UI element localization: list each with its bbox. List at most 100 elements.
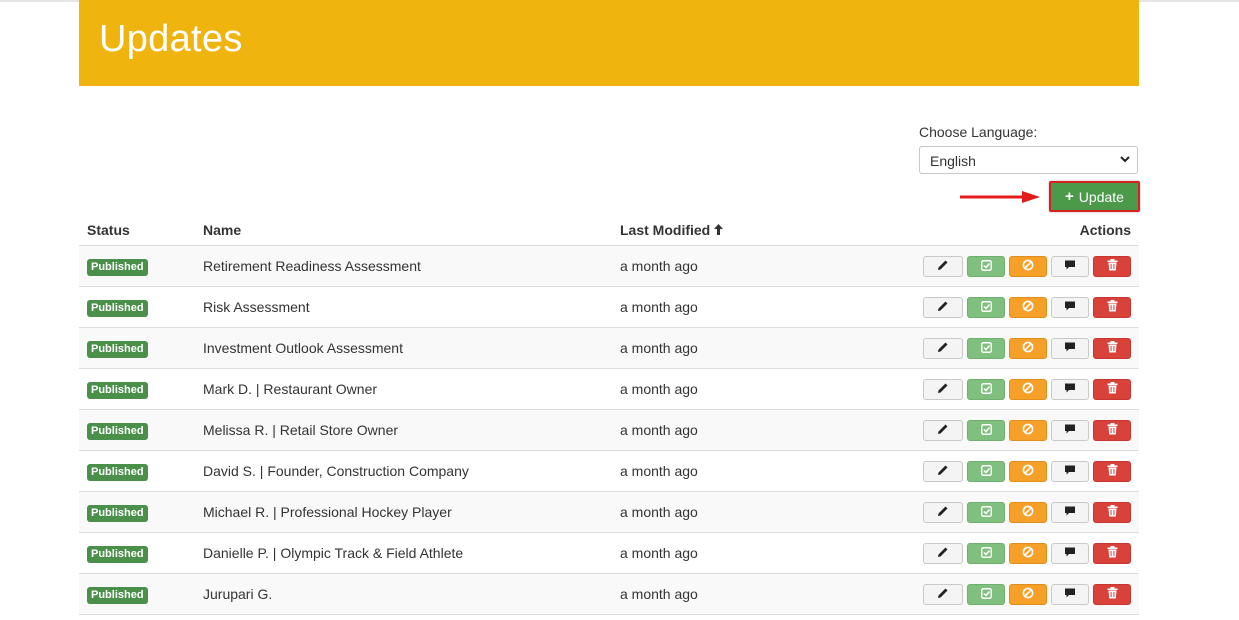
publish-button[interactable] xyxy=(967,378,1005,400)
delete-button[interactable] xyxy=(1093,296,1131,318)
table-row: Published Retirement Readiness Assessmen… xyxy=(79,245,1139,287)
edit-button[interactable] xyxy=(923,378,963,400)
ban-icon xyxy=(1022,423,1034,438)
comment-icon xyxy=(1064,587,1076,602)
modified-cell: a month ago xyxy=(612,409,868,451)
column-header-name[interactable]: Name xyxy=(195,214,612,246)
comments-button[interactable] xyxy=(1051,255,1089,277)
comment-icon xyxy=(1064,546,1076,561)
publish-button[interactable] xyxy=(967,337,1005,359)
pencil-icon xyxy=(937,423,949,438)
unpublish-button[interactable] xyxy=(1009,542,1047,564)
comments-button[interactable] xyxy=(1051,583,1089,605)
trash-icon xyxy=(1107,422,1118,438)
status-badge: Published xyxy=(87,422,148,440)
updates-table: Status Name Last Modified Actions Publis… xyxy=(79,214,1139,615)
edit-button[interactable] xyxy=(923,419,963,441)
unpublish-button[interactable] xyxy=(1009,460,1047,482)
comments-button[interactable] xyxy=(1051,501,1089,523)
status-badge: Published xyxy=(87,299,148,317)
comments-button[interactable] xyxy=(1051,337,1089,359)
unpublish-button[interactable] xyxy=(1009,419,1047,441)
table-row: Published Danielle P. | Olympic Track & … xyxy=(79,532,1139,574)
comment-icon xyxy=(1064,423,1076,438)
modified-cell: a month ago xyxy=(612,532,868,574)
status-badge: Published xyxy=(87,463,148,481)
edit-button[interactable] xyxy=(923,296,963,318)
pencil-icon xyxy=(937,464,949,479)
delete-button[interactable] xyxy=(1093,583,1131,605)
edit-button[interactable] xyxy=(923,255,963,277)
delete-button[interactable] xyxy=(1093,501,1131,523)
unpublish-button[interactable] xyxy=(1009,378,1047,400)
trash-icon xyxy=(1107,586,1118,602)
comment-icon xyxy=(1064,259,1076,274)
trash-icon xyxy=(1107,463,1118,479)
column-header-last-modified[interactable]: Last Modified xyxy=(612,214,868,246)
unpublish-button[interactable] xyxy=(1009,583,1047,605)
comments-button[interactable] xyxy=(1051,378,1089,400)
ban-icon xyxy=(1022,546,1034,561)
unpublish-button[interactable] xyxy=(1009,296,1047,318)
publish-button[interactable] xyxy=(967,583,1005,605)
check-square-icon xyxy=(980,341,992,356)
delete-button[interactable] xyxy=(1093,337,1131,359)
delete-button[interactable] xyxy=(1093,542,1131,564)
status-badge: Published xyxy=(87,504,148,522)
comments-button[interactable] xyxy=(1051,542,1089,564)
delete-button[interactable] xyxy=(1093,419,1131,441)
check-square-icon xyxy=(980,259,992,274)
status-cell: Published xyxy=(79,532,195,574)
annotation-arrow-icon xyxy=(960,191,1040,203)
trash-icon xyxy=(1107,340,1118,356)
ban-icon xyxy=(1022,464,1034,479)
language-select[interactable]: English xyxy=(919,146,1138,174)
status-badge: Published xyxy=(87,545,148,563)
ban-icon xyxy=(1022,587,1034,602)
pencil-icon xyxy=(937,587,949,602)
trash-icon xyxy=(1107,258,1118,274)
ban-icon xyxy=(1022,382,1034,397)
chevron-down-icon xyxy=(1119,152,1131,169)
unpublish-button[interactable] xyxy=(1009,501,1047,523)
publish-button[interactable] xyxy=(967,419,1005,441)
delete-button[interactable] xyxy=(1093,378,1131,400)
publish-button[interactable] xyxy=(967,255,1005,277)
edit-button[interactable] xyxy=(923,337,963,359)
pencil-icon xyxy=(937,341,949,356)
modified-cell: a month ago xyxy=(612,368,868,410)
unpublish-button[interactable] xyxy=(1009,337,1047,359)
edit-button[interactable] xyxy=(923,542,963,564)
status-badge: Published xyxy=(87,381,148,399)
delete-button[interactable] xyxy=(1093,255,1131,277)
table-row: Published David S. | Founder, Constructi… xyxy=(79,450,1139,492)
comments-button[interactable] xyxy=(1051,460,1089,482)
modified-cell: a month ago xyxy=(612,286,868,328)
status-cell: Published xyxy=(79,491,195,533)
edit-button[interactable] xyxy=(923,501,963,523)
publish-button[interactable] xyxy=(967,296,1005,318)
modified-cell: a month ago xyxy=(612,450,868,492)
check-square-icon xyxy=(980,423,992,438)
publish-button[interactable] xyxy=(967,501,1005,523)
table-row: Published Melissa R. | Retail Store Owne… xyxy=(79,409,1139,451)
name-cell: Melissa R. | Retail Store Owner xyxy=(195,409,612,451)
edit-button[interactable] xyxy=(923,583,963,605)
column-header-actions: Actions xyxy=(868,214,1139,246)
publish-button[interactable] xyxy=(967,542,1005,564)
publish-button[interactable] xyxy=(967,460,1005,482)
delete-button[interactable] xyxy=(1093,460,1131,482)
trash-icon xyxy=(1107,381,1118,397)
column-header-status[interactable]: Status xyxy=(79,214,195,246)
pencil-icon xyxy=(937,546,949,561)
unpublish-button[interactable] xyxy=(1009,255,1047,277)
modified-cell: a month ago xyxy=(612,491,868,533)
comments-button[interactable] xyxy=(1051,419,1089,441)
comments-button[interactable] xyxy=(1051,296,1089,318)
actions-cell xyxy=(868,368,1139,410)
page-title: Updates xyxy=(99,18,243,60)
actions-cell xyxy=(868,409,1139,451)
comment-icon xyxy=(1064,300,1076,315)
add-update-button[interactable]: + Update xyxy=(1049,181,1140,212)
edit-button[interactable] xyxy=(923,460,963,482)
